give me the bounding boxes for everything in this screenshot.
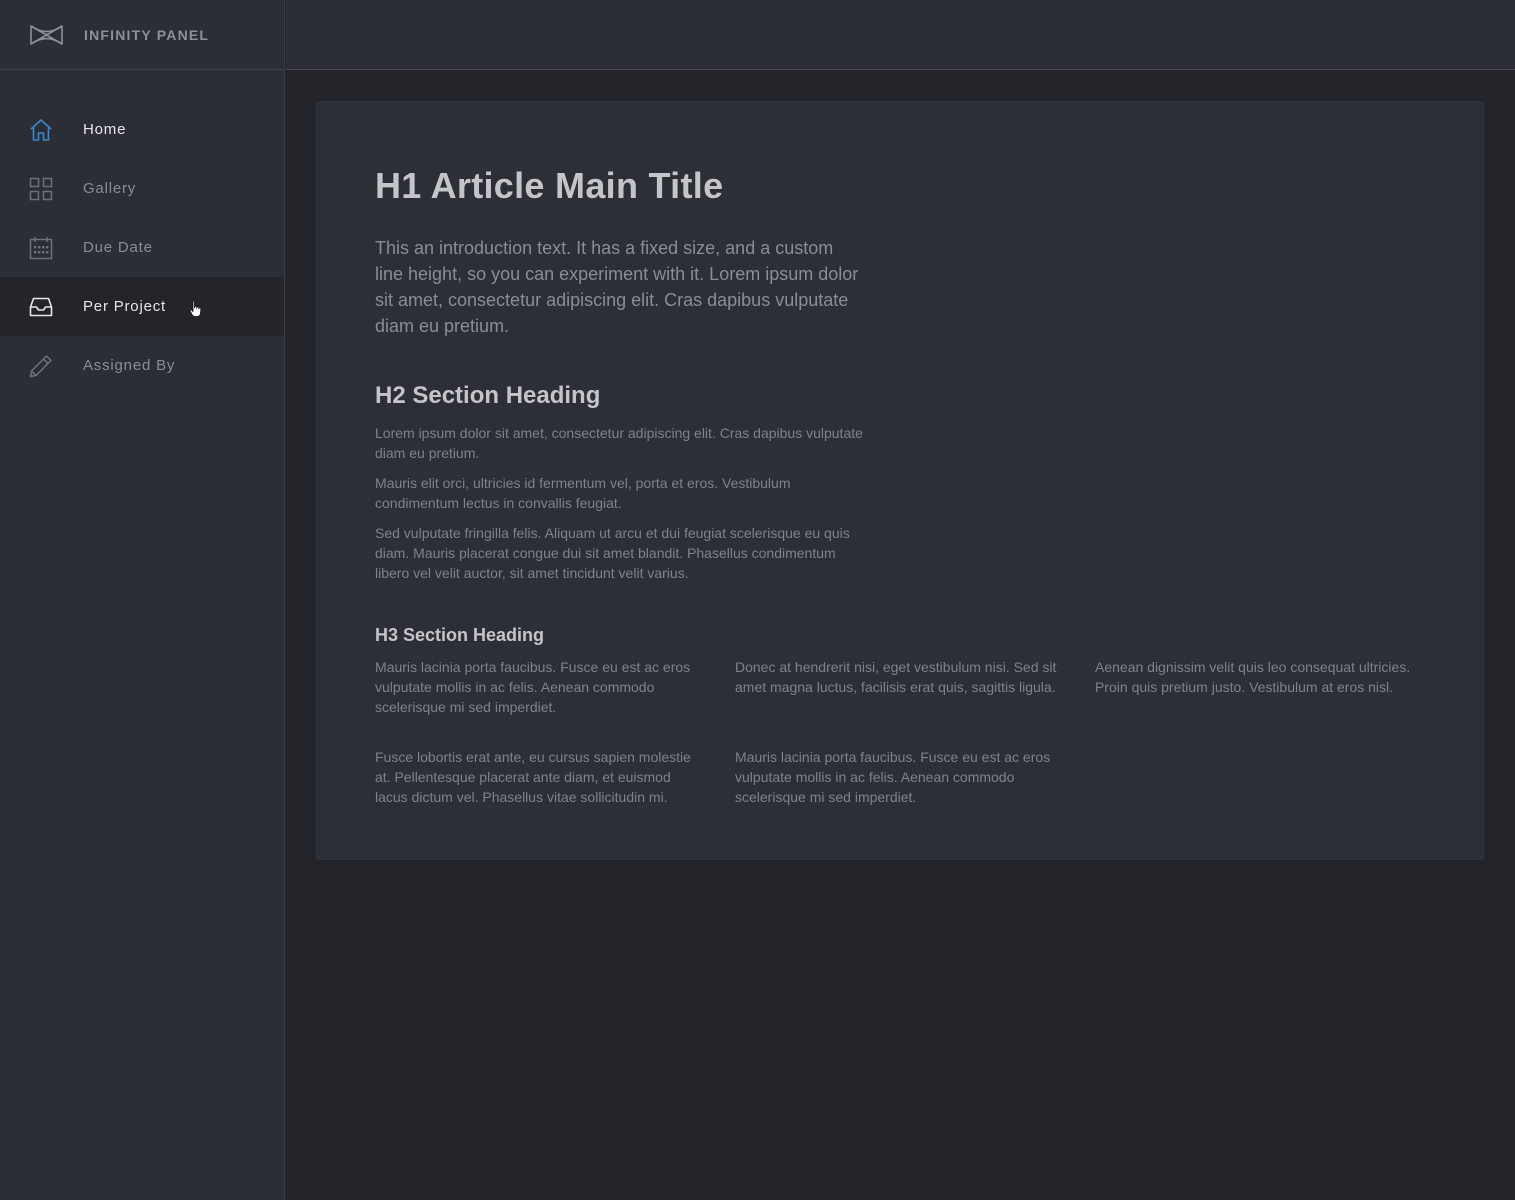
- article-intro: This an introduction text. It has a fixe…: [375, 238, 859, 336]
- sidebar-item-per-project[interactable]: Per Project: [0, 277, 284, 336]
- sidebar-item-label: Per Project: [83, 298, 166, 315]
- calendar-icon: [29, 236, 53, 260]
- section-heading-h2: H2 Section Heading: [375, 382, 601, 409]
- main-content: H1 Article Main Title This an introducti…: [286, 70, 1515, 1200]
- sidebar-item-label: Gallery: [83, 180, 137, 197]
- top-bar: [286, 0, 1515, 70]
- article-content: H1 Article Main Title This an introducti…: [375, 164, 1455, 807]
- section-heading-h3: H3 Section Heading: [375, 625, 545, 645]
- sidebar-item-label: Home: [83, 121, 127, 138]
- pencil-icon: [29, 354, 53, 378]
- column-text: Donec at hendrerit nisi, eget vestibulum…: [735, 659, 1057, 695]
- column-text: Mauris lacinia porta faucibus. Fusce eu …: [375, 659, 691, 715]
- home-icon: [29, 118, 53, 142]
- article-card: H1 Article Main Title This an introducti…: [316, 101, 1484, 860]
- brand-header[interactable]: INFINITY PANEL: [0, 0, 284, 70]
- grid-icon: [29, 177, 53, 201]
- sidebar-item-assigned-by[interactable]: Assigned By: [0, 336, 284, 395]
- article-title: H1 Article Main Title: [375, 165, 724, 206]
- column-grid: Mauris lacinia porta faucibus. Fusce eu …: [375, 657, 1455, 807]
- paragraph: Lorem ipsum dolor sit amet, consectetur …: [375, 425, 863, 461]
- sidebar-item-label: Due Date: [83, 239, 153, 256]
- column-text: Aenean dignissim velit quis leo consequa…: [1095, 659, 1411, 695]
- infinity-bowtie-icon: [30, 24, 63, 45]
- column-text: Fusce lobortis erat ante, eu cursus sapi…: [375, 749, 691, 805]
- column-text: Mauris lacinia porta faucibus. Fusce eu …: [735, 749, 1051, 805]
- sidebar-item-gallery[interactable]: Gallery: [0, 159, 284, 218]
- sidebar-nav: Home Gallery Due Date Per Project Assign…: [0, 100, 284, 395]
- sidebar-item-label: Assigned By: [83, 357, 176, 374]
- brand-name: INFINITY PANEL: [84, 26, 210, 43]
- paragraph: Mauris elit orci, ultricies id fermentum…: [375, 475, 791, 511]
- paragraph: Sed vulputate fringilla felis. Aliquam u…: [375, 525, 850, 581]
- sidebar: INFINITY PANEL Home Gallery Due Date Per…: [0, 0, 285, 1200]
- sidebar-item-due-date[interactable]: Due Date: [0, 218, 284, 277]
- inbox-icon: [29, 295, 53, 319]
- sidebar-item-home[interactable]: Home: [0, 100, 284, 159]
- hand-cursor-icon: [189, 300, 202, 317]
